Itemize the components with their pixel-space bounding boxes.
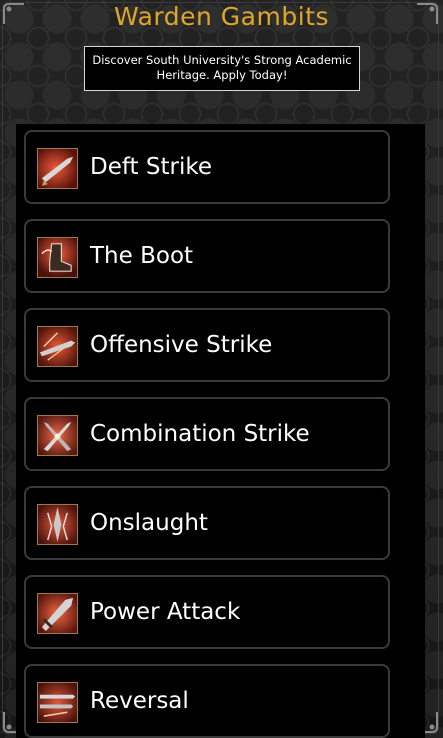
deft-strike-icon [37,148,78,189]
ad-text-line: Heritage. Apply Today! [156,68,288,82]
list-item-label: Reversal [90,688,189,714]
list-item-deft-strike[interactable]: Deft Strike [24,130,390,204]
list-item-label: Offensive Strike [90,332,273,358]
list-item-label: Power Attack [90,599,241,625]
onslaught-icon [37,504,78,545]
page-title: Warden Gambits [113,2,329,31]
list-item-offensive-strike[interactable]: Offensive Strike [24,308,390,382]
power-attack-icon [37,593,78,634]
list-item-reversal[interactable]: Reversal [24,664,390,738]
offensive-strike-icon [37,326,78,367]
list-item-the-boot[interactable]: The Boot [24,219,390,293]
combination-strike-icon [37,415,78,456]
reversal-icon [37,682,78,723]
the-boot-icon [37,237,78,278]
list-item-power-attack[interactable]: Power Attack [24,575,390,649]
list-item-combination-strike[interactable]: Combination Strike [24,397,390,471]
ad-banner[interactable]: Discover South University's Strong Acade… [84,46,360,91]
list-item-onslaught[interactable]: Onslaught [24,486,390,560]
gambit-list[interactable]: Deft Strike The Boot Offensive Strike Co… [16,124,425,738]
list-item-label: Onslaught [90,510,208,536]
list-item-label: The Boot [90,243,194,269]
list-item-label: Combination Strike [90,421,310,447]
ad-text-line: Discover South University's Strong Acade… [92,53,352,67]
list-item-label: Deft Strike [90,154,212,180]
